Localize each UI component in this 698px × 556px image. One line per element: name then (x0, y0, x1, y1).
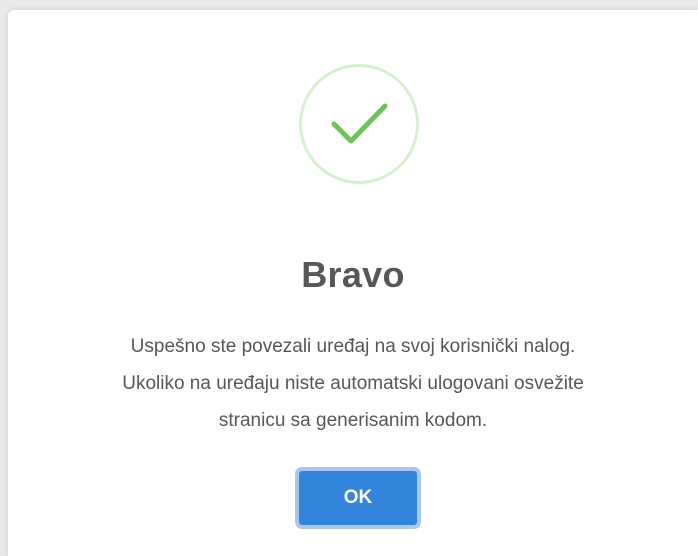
checkmark-icon (331, 103, 388, 144)
dialog-title: Bravo (301, 254, 405, 295)
message-line-2: Ukoliko na uređaju niste automatski ulog… (122, 373, 584, 394)
message-line-1: Uspešno ste povezali uređaj na svoj kori… (130, 336, 576, 357)
dialog-message: Uspešno ste povezali uređaj na svoj kori… (48, 328, 658, 439)
ok-button[interactable]: OK (295, 467, 421, 529)
success-dialog: Bravo Uspešno ste povezali uređaj na svo… (8, 10, 698, 556)
message-line-3: stranicu sa generisanim kodom. (218, 410, 488, 431)
success-checkmark-icon (299, 64, 419, 184)
